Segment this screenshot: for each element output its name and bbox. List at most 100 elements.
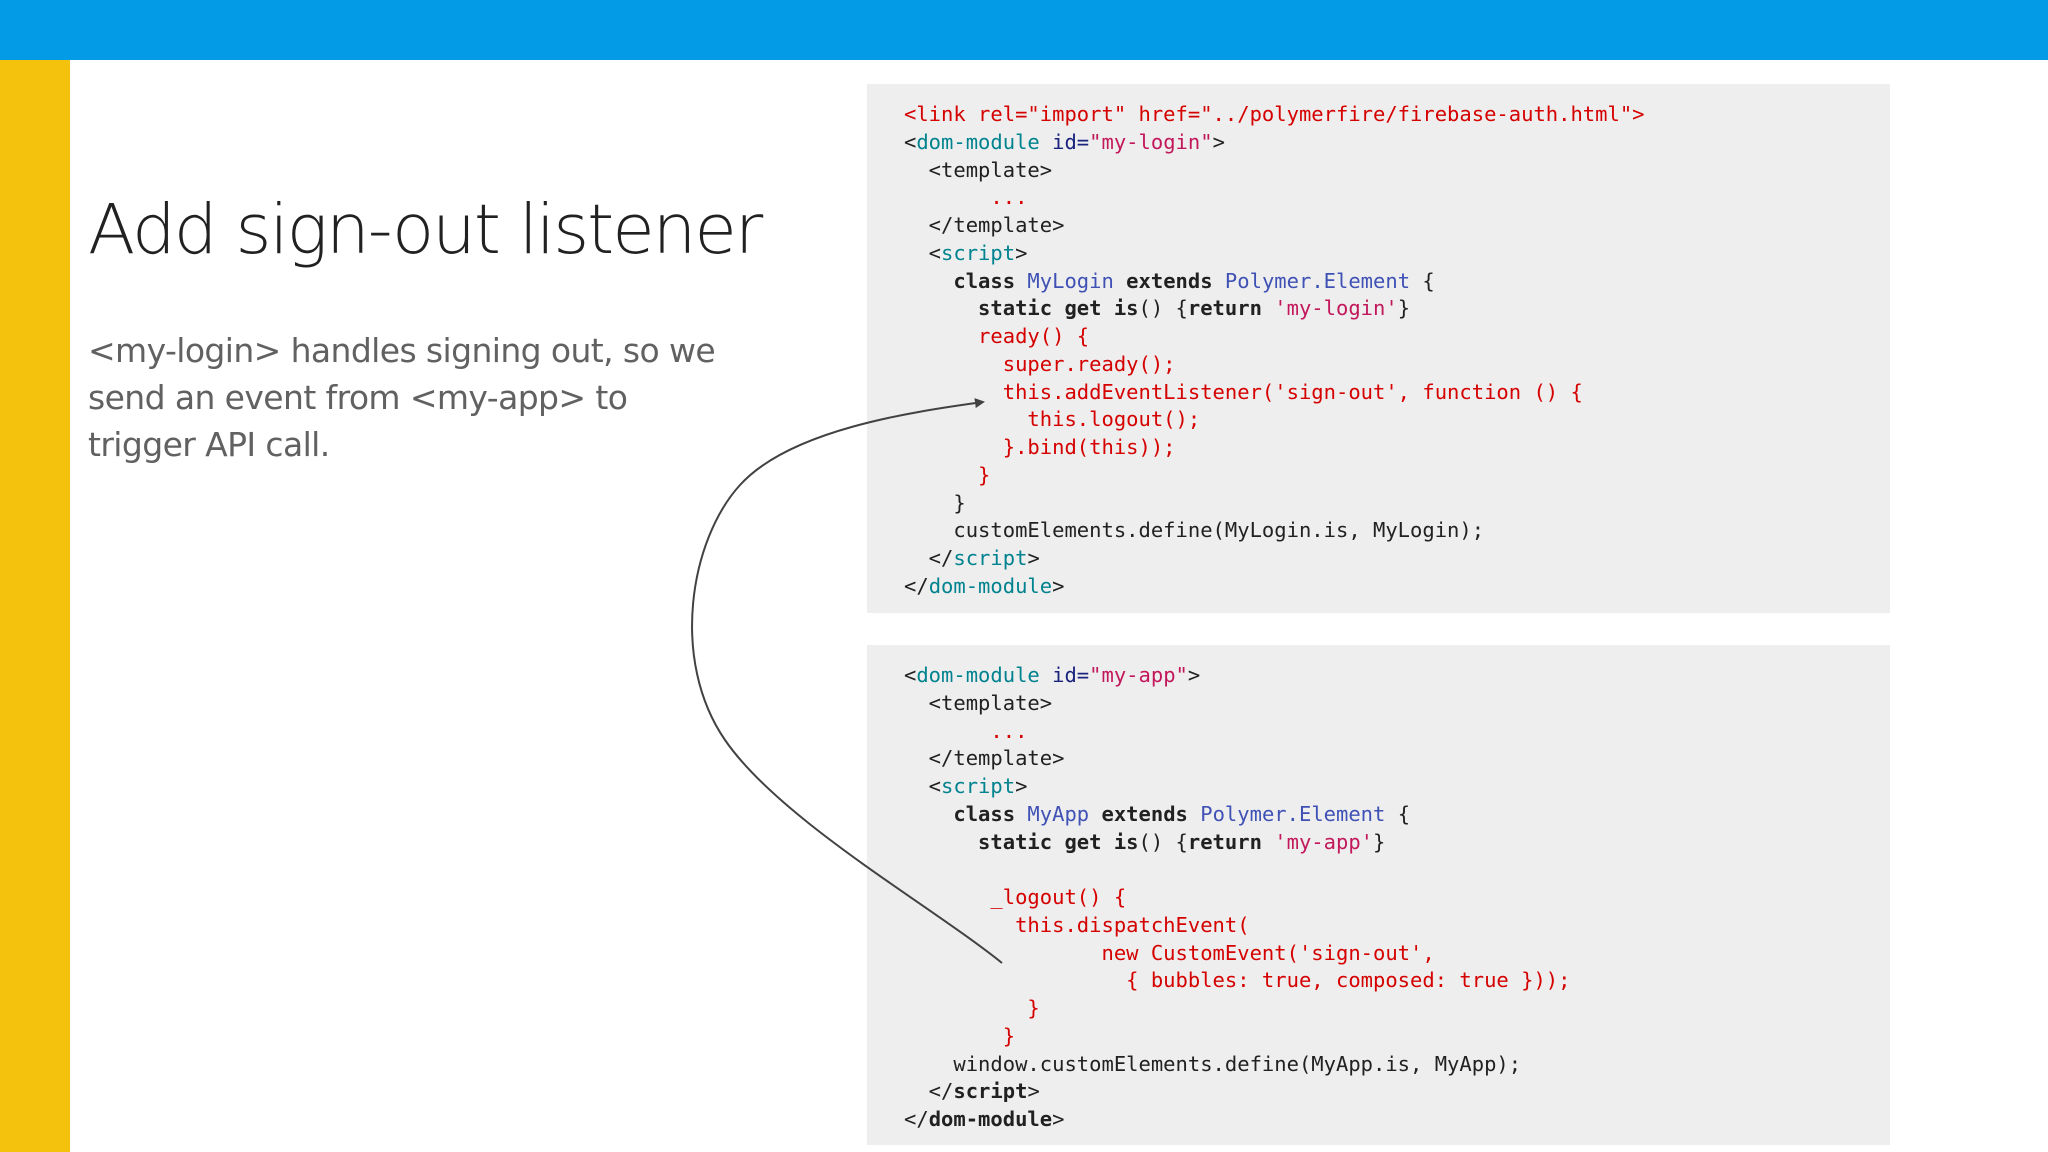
code-token: "my-login" [1089,129,1213,154]
code-line: </script> [904,1078,1890,1106]
code-token: dom-module [928,573,1053,598]
code-token: () { [1138,829,1188,854]
code-token: <link rel="import" href="../polymerfire/… [904,102,1645,126]
code-token: } [904,490,966,515]
code-token: </ [904,546,954,570]
code-token: <template> [904,690,1053,715]
code-token: new CustomEvent('sign-out', [904,940,1435,965]
code-token: > [1052,1107,1065,1131]
code-line: _logout() { [904,884,1890,912]
code-token: ready() { [904,324,1090,348]
code-token: super.ready(); [904,351,1176,376]
code-token: dom-module [916,129,1040,154]
code-token: MyApp [1027,801,1090,826]
code-token: > [1027,546,1040,570]
code-token: < [904,774,942,798]
code-token: } [904,1023,1016,1048]
code-token: { bubbles: true, composed: true })); [904,968,1571,993]
code-line: <script> [904,773,1890,801]
code-line: </script> [904,545,1890,573]
code-line: <script> [904,240,1890,268]
code-token: </ [904,1079,954,1104]
code-token: _logout() { [904,885,1127,909]
code-token: </ [904,1107,929,1131]
slide-title: Add sign-out listener [88,190,763,270]
code-token: } [904,996,1040,1020]
code-line: static get is() {return 'my-login'} [904,295,1890,323]
code-line: <dom-module id="my-login"> [904,129,1890,157]
code-token: extends [1113,268,1225,293]
code-token: < [904,240,942,265]
code-line: this.dispatchEvent( [904,912,1890,940]
code-line: } [904,462,1890,490]
code-line: ready() { [904,323,1890,351]
code-token: </template> [904,746,1065,771]
code-token: class [904,801,1028,826]
subtitle-line: send an event from <my-app> to [88,378,628,417]
left-accent-bar [0,60,70,1152]
code-line: <dom-module id="my-app"> [904,662,1890,690]
code-token: this.addEventListener('sign-out', functi… [904,379,1583,404]
code-line: </dom-module> [904,1106,1890,1134]
code-line: <template> [904,690,1890,718]
code-line: static get is() {return 'my-app'} [904,829,1890,857]
code-token: () { [1138,296,1188,321]
code-token: </ [904,573,929,598]
code-token: this.dispatchEvent( [904,912,1250,937]
code-token: Polymer.Element [1200,801,1386,826]
code-line: customElements.define(MyLogin.is, MyLogi… [904,517,1890,545]
code-token: class [904,268,1028,293]
code-line: }.bind(this)); [904,434,1890,462]
code-line: <link rel="import" href="../polymerfire/… [904,101,1890,129]
code-line: </template> [904,745,1890,773]
code-line: class MyLogin extends Polymer.Element { [904,268,1890,296]
code-token: ... [904,718,1028,743]
code-line: </template> [904,212,1890,240]
code-token: "my-app" [1089,663,1188,687]
code-token: static get is [904,829,1139,854]
code-token: > [1015,774,1028,798]
code-token: { [1385,801,1411,826]
code-block-my-app: <dom-module id="my-app"> <template> ... … [867,645,1890,1145]
code-token: ... [904,185,1028,210]
code-token: id= [1039,129,1090,154]
code-token: { [1410,268,1435,293]
code-token: }.bind(this)); [904,435,1176,459]
code-token: 'my-login' [1274,296,1398,321]
code-block-my-login: <link rel="import" href="../polymerfire/… [867,84,1890,613]
code-listing: <link rel="import" href="../polymerfire/… [867,84,1890,601]
code-token: > [1212,129,1225,154]
code-line: ... [904,718,1890,746]
code-token: > [1052,573,1065,598]
code-line: } [904,995,1890,1023]
code-token: extends [1089,801,1201,826]
code-token: Polymer.Element [1224,268,1411,293]
code-line: this.logout(); [904,406,1890,434]
code-token: id= [1039,663,1090,687]
code-token: > [1187,663,1201,687]
code-line: class MyApp extends Polymer.Element { [904,801,1890,829]
code-token: script [941,240,1016,265]
code-token: < [904,129,917,154]
code-token: <template> [904,157,1053,182]
code-line: </dom-module> [904,573,1890,601]
code-line: this.addEventListener('sign-out', functi… [904,379,1890,407]
code-token: script [953,1079,1028,1104]
code-line: window.customElements.define(MyApp.is, M… [904,1051,1890,1079]
code-token: MyLogin [1027,268,1114,293]
slide-subtitle: <my-login> handles signing out, so we se… [88,327,716,468]
code-token: > [1027,1079,1040,1104]
code-line: super.ready(); [904,351,1890,379]
code-token: > [1015,240,1028,265]
code-token: return [1187,296,1262,321]
code-token: script [941,774,1016,798]
code-line: } [904,1023,1890,1051]
code-token: return [1187,829,1262,854]
code-token: window.customElements.define(MyApp.is, M… [904,1051,1522,1076]
code-line: <template> [904,157,1890,185]
code-line: new CustomEvent('sign-out', [904,940,1890,968]
code-token: } [1397,296,1411,321]
